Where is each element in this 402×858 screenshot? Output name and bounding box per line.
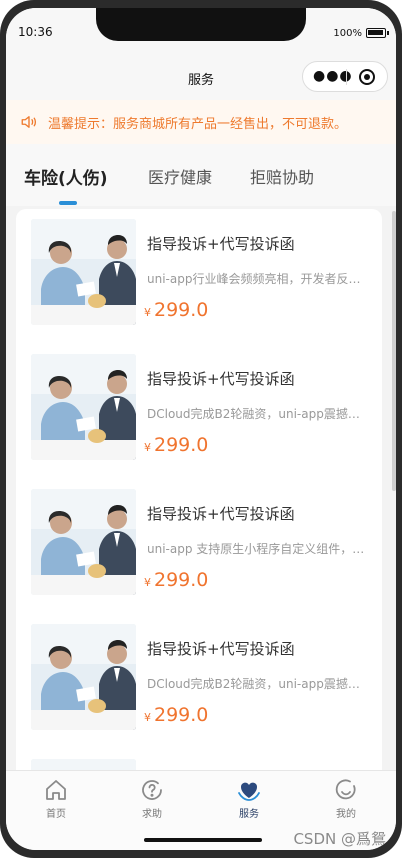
battery-percent: 100% [333, 28, 362, 39]
tabbar-label: 首页 [46, 809, 66, 820]
currency-symbol: ¥ [144, 576, 151, 589]
product-thumbnail [31, 624, 136, 730]
product-price: ¥299.0 [144, 569, 208, 591]
product-price: ¥299.0 [144, 434, 208, 456]
product-item[interactable]: 指导投诉+代写投诉函 DCloud完成B2轮融资，uni-app震撼… ¥299… [31, 624, 371, 730]
product-description: DCloud完成B2轮融资，uni-app震撼… [147, 407, 360, 421]
service-heart-icon [238, 782, 260, 801]
product-item[interactable]: 指导投诉+代写投诉函 uni-app 支持原生小程序自定义组件，… ¥299.0 [31, 489, 371, 595]
phone-frame: 10:36 100% 服务 ●●● 温馨提示：服务商城所有产品一经售出，不可退款… [0, 0, 402, 858]
product-thumbnail [31, 489, 136, 595]
scrollbar[interactable] [392, 211, 396, 491]
product-price: ¥299.0 [144, 704, 208, 726]
price-value: 299.0 [154, 299, 209, 321]
product-description: uni-app 支持原生小程序自定义组件，… [147, 542, 365, 556]
tab-car-insurance[interactable]: 车险(人伤) [24, 164, 108, 189]
product-list: 指导投诉+代写投诉函 uni-app行业峰会频频亮相，开发者反… ¥299.0 [16, 209, 382, 789]
product-item[interactable]: 指导投诉+代写投诉函 uni-app行业峰会频频亮相，开发者反… ¥299.0 [31, 219, 371, 325]
home-indicator [144, 838, 262, 842]
notch [96, 8, 306, 41]
tabbar-item-service[interactable]: 服务 [219, 777, 279, 820]
miniprogram-capsule: ●●● [302, 61, 388, 92]
price-value: 299.0 [154, 569, 209, 591]
product-title: 指导投诉+代写投诉函 [147, 370, 295, 388]
close-target-icon[interactable] [359, 69, 375, 85]
tabbar-label: 求助 [142, 809, 162, 820]
tabbar-item-home[interactable]: 首页 [26, 777, 86, 820]
tabbar-label: 服务 [239, 809, 259, 820]
price-value: 299.0 [154, 704, 209, 726]
notice-bar: 温馨提示：服务商城所有产品一经售出，不可退款。 [6, 100, 396, 144]
speaker-icon [21, 116, 37, 128]
nav-bar: 服务 ●●● [6, 54, 396, 100]
product-title: 指导投诉+代写投诉函 [147, 640, 295, 658]
home-icon [46, 780, 66, 800]
category-tabs: 车险(人伤) 医疗健康 拒赔协助 [6, 144, 396, 206]
product-thumbnail [31, 354, 136, 460]
currency-symbol: ¥ [144, 306, 151, 319]
screen: 10:36 100% 服务 ●●● 温馨提示：服务商城所有产品一经售出，不可退款… [6, 8, 396, 850]
tabbar-item-help[interactable]: 求助 [122, 777, 182, 820]
currency-symbol: ¥ [144, 441, 151, 454]
product-title: 指导投诉+代写投诉函 [147, 235, 295, 253]
capsule-divider [346, 69, 347, 85]
notice-text: 温馨提示：服务商城所有产品一经售出，不可退款。 [48, 116, 348, 132]
tabbar-item-profile[interactable]: 我的 [316, 777, 376, 820]
watermark: CSDN @爲鴛 [293, 830, 386, 848]
help-icon [142, 780, 162, 800]
tab-medical-health[interactable]: 医疗健康 [148, 164, 212, 188]
battery-icon [366, 28, 389, 38]
product-price: ¥299.0 [144, 299, 208, 321]
price-value: 299.0 [154, 434, 209, 456]
status-time: 10:36 [18, 25, 53, 39]
profile-icon [335, 779, 356, 800]
currency-symbol: ¥ [144, 711, 151, 724]
product-description: uni-app行业峰会频频亮相，开发者反… [147, 272, 361, 286]
product-title: 指导投诉+代写投诉函 [147, 505, 295, 523]
product-item[interactable]: 指导投诉+代写投诉函 DCloud完成B2轮融资，uni-app震撼… ¥299… [31, 354, 371, 460]
tab-claim-assist[interactable]: 拒赔协助 [250, 164, 314, 188]
product-description: DCloud完成B2轮融资，uni-app震撼… [147, 677, 360, 691]
active-tab-indicator [59, 201, 77, 205]
tabbar-label: 我的 [336, 809, 356, 820]
product-thumbnail [31, 219, 136, 325]
